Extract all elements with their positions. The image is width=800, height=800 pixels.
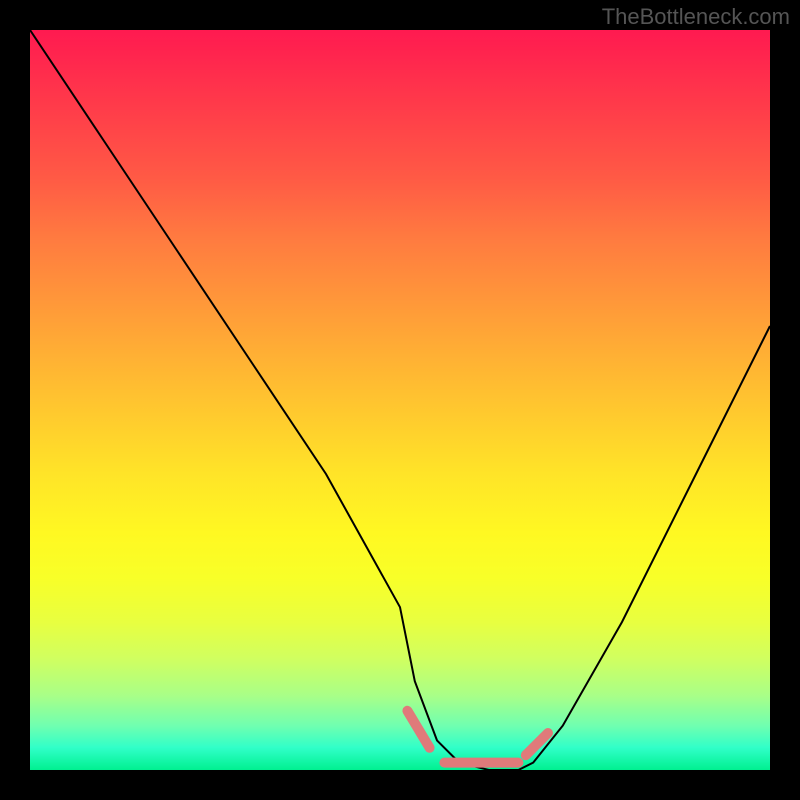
chart-plot-area xyxy=(30,30,770,770)
watermark-text: TheBottleneck.com xyxy=(602,4,790,30)
highlight-segment-1 xyxy=(407,711,429,748)
highlight-segment-3 xyxy=(526,733,548,755)
bottleneck-curve-line xyxy=(30,30,770,770)
chart-svg xyxy=(30,30,770,770)
